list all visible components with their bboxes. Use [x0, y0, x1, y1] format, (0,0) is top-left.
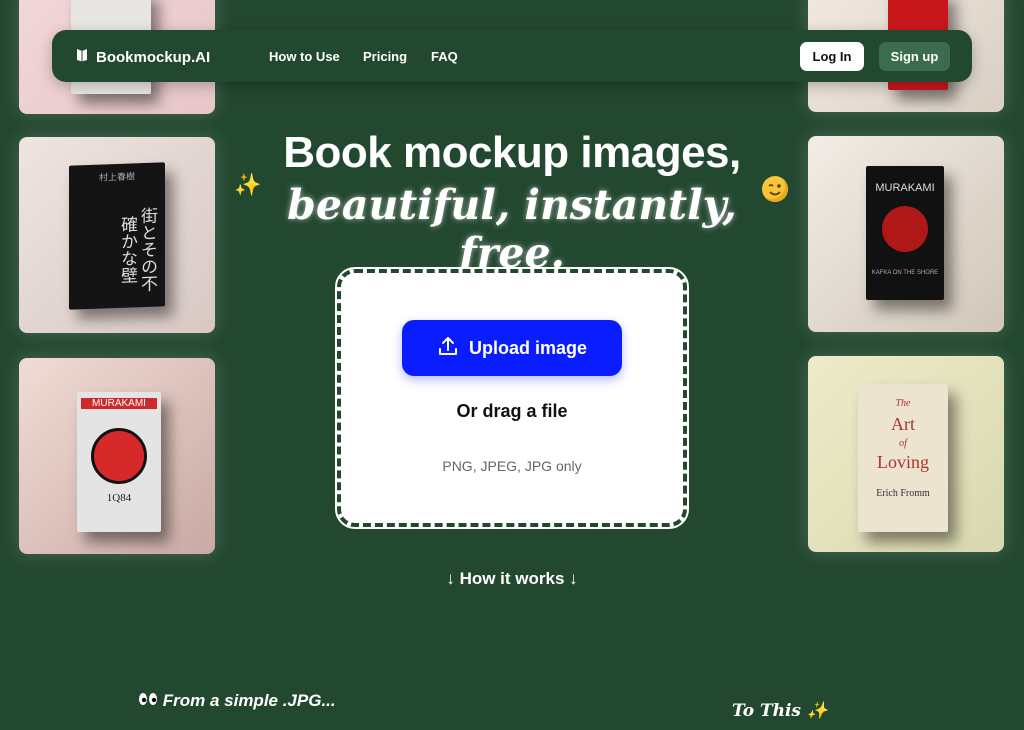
book-title: 街とその不確かな壁 — [118, 206, 157, 292]
book-author: MURAKAMI — [875, 182, 935, 194]
book-title-line: The — [895, 398, 911, 409]
book-title: 1Q84 — [106, 492, 132, 504]
upload-dropzone[interactable] — [335, 267, 689, 529]
book-icon — [76, 48, 88, 66]
book-image: The Art of Loving Erich Fromm — [858, 384, 948, 532]
book-title-line: Loving — [877, 452, 929, 472]
wink-face-icon — [762, 176, 788, 202]
upload-image-button[interactable]: Upload image — [402, 320, 622, 376]
to-this-caption: To This ✨ — [732, 701, 829, 721]
upload-image-label: Upload image — [468, 337, 588, 358]
book-title-line: of — [899, 438, 907, 449]
book-author: 村上春樹 — [98, 171, 135, 183]
sparkles-icon: ✨ — [234, 172, 262, 197]
nav-link-how-to-use[interactable]: How to Use — [269, 49, 340, 64]
from-jpg-text: From a simple .JPG... — [162, 691, 336, 710]
brand-name: Bookmockup.AI — [96, 48, 211, 66]
hero-heading: Book mockup images, — [283, 128, 741, 177]
brand[interactable]: Bookmockup.AI — [76, 48, 210, 66]
book-image: MURAKAMI 1Q84 — [77, 392, 161, 532]
upload-icon — [437, 335, 459, 362]
navbar: Bookmockup.AI How to Use Pricing FAQ Log… — [52, 30, 972, 82]
book-card-right-mid: MURAKAMI KAFKA ON THE SHORE — [808, 136, 1004, 332]
supported-formats-text: PNG, JPEG, JPG only — [442, 458, 582, 474]
book-title-line: Art — [891, 414, 915, 434]
nav-link-pricing[interactable]: Pricing — [363, 49, 407, 64]
book-cover-circle — [91, 428, 147, 484]
book-author: Erich Fromm — [876, 488, 930, 499]
book-card-left-bottom: MURAKAMI 1Q84 — [19, 358, 215, 554]
from-jpg-caption: From a simple .JPG... — [138, 691, 336, 711]
eyes-icon — [138, 691, 163, 710]
book-card-right-bottom: The Art of Loving Erich Fromm — [808, 356, 1004, 552]
signup-button[interactable]: Sign up — [879, 42, 950, 71]
book-author: MURAKAMI — [81, 398, 157, 409]
book-image: MURAKAMI KAFKA ON THE SHORE — [866, 166, 944, 300]
how-it-works-link[interactable]: ↓ How it works ↓ — [412, 569, 612, 589]
book-card-left-mid: 街とその不確かな壁 村上春樹 — [19, 137, 215, 333]
book-title: KAFKA ON THE SHORE — [871, 270, 939, 276]
drag-file-text: Or drag a file — [456, 401, 568, 421]
nav-link-faq[interactable]: FAQ — [431, 49, 458, 64]
book-image: 街とその不確かな壁 村上春樹 — [69, 162, 165, 310]
hero-subheading: beautiful, instantly, free. — [287, 181, 737, 277]
book-cover-circle — [882, 206, 928, 252]
login-button[interactable]: Log In — [800, 42, 864, 71]
